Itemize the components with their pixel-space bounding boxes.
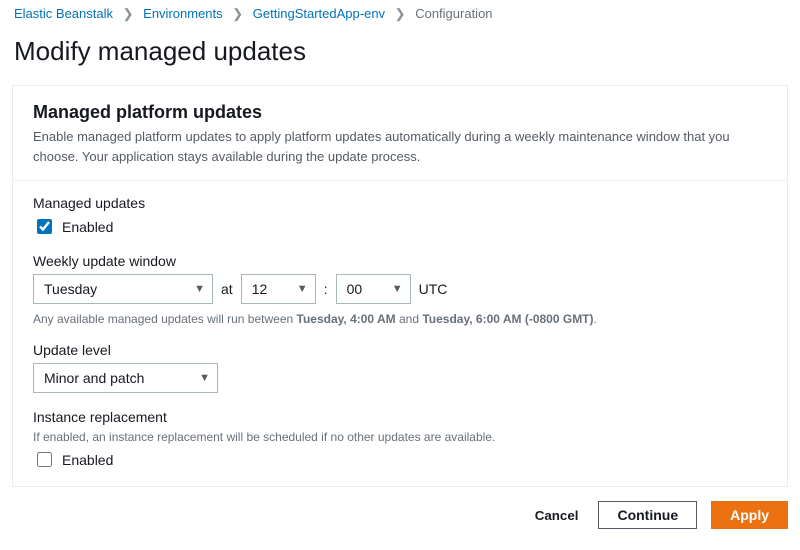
weekly-window-field: Weekly update window Tuesday ▼ at 12 ▼ : bbox=[33, 253, 767, 326]
managed-updates-label: Managed updates bbox=[33, 195, 767, 211]
panel-title: Managed platform updates bbox=[33, 102, 767, 123]
update-level-select[interactable]: Minor and patch bbox=[33, 363, 218, 393]
chevron-right-icon: ❯ bbox=[123, 6, 134, 21]
breadcrumb-link-envs[interactable]: Environments bbox=[143, 6, 222, 21]
hour-select-wrap: 12 ▼ bbox=[241, 274, 316, 304]
instance-replacement-checkbox-label: Enabled bbox=[62, 452, 113, 468]
weekly-window-label: Weekly update window bbox=[33, 253, 767, 269]
continue-button[interactable]: Continue bbox=[598, 501, 697, 529]
panel-body: Managed updates Enabled Weekly update wi… bbox=[13, 180, 787, 486]
breadcrumb-link-env[interactable]: GettingStartedApp-env bbox=[253, 6, 385, 21]
settings-panel: Managed platform updates Enable managed … bbox=[12, 85, 788, 487]
update-level-field: Update level Minor and patch ▼ bbox=[33, 342, 767, 393]
instance-replacement-checkbox[interactable] bbox=[37, 452, 52, 467]
tz-text: UTC bbox=[419, 281, 448, 297]
day-select-wrap: Tuesday ▼ bbox=[33, 274, 213, 304]
instance-replacement-label: Instance replacement bbox=[33, 409, 767, 425]
instance-replacement-field: Instance replacement If enabled, an inst… bbox=[33, 409, 767, 470]
colon-text: : bbox=[324, 281, 328, 297]
managed-updates-checkbox[interactable] bbox=[37, 219, 52, 234]
minute-select[interactable]: 00 bbox=[336, 274, 411, 304]
at-text: at bbox=[221, 281, 233, 297]
chevron-right-icon: ❯ bbox=[395, 6, 406, 21]
update-level-label: Update level bbox=[33, 342, 767, 358]
page-title: Modify managed updates bbox=[14, 36, 786, 67]
footer-actions: Cancel Continue Apply bbox=[0, 487, 800, 543]
panel-description: Enable managed platform updates to apply… bbox=[33, 127, 767, 166]
managed-updates-checkbox-row[interactable]: Enabled bbox=[33, 216, 767, 237]
update-level-select-wrap: Minor and patch ▼ bbox=[33, 363, 218, 393]
breadcrumb: Elastic Beanstalk ❯ Environments ❯ Getti… bbox=[0, 0, 800, 28]
hour-select[interactable]: 12 bbox=[241, 274, 316, 304]
cancel-button[interactable]: Cancel bbox=[529, 507, 585, 524]
instance-replacement-hint: If enabled, an instance replacement will… bbox=[33, 430, 767, 444]
weekly-window-hint: Any available managed updates will run b… bbox=[33, 312, 767, 326]
managed-updates-field: Managed updates Enabled bbox=[33, 195, 767, 237]
minute-select-wrap: 00 ▼ bbox=[336, 274, 411, 304]
day-select[interactable]: Tuesday bbox=[33, 274, 213, 304]
apply-button[interactable]: Apply bbox=[711, 501, 788, 529]
panel-header: Managed platform updates Enable managed … bbox=[13, 86, 787, 180]
chevron-right-icon: ❯ bbox=[232, 6, 243, 21]
managed-updates-checkbox-label: Enabled bbox=[62, 219, 113, 235]
breadcrumb-link-eb[interactable]: Elastic Beanstalk bbox=[14, 6, 113, 21]
instance-replacement-checkbox-row[interactable]: Enabled bbox=[33, 449, 767, 470]
breadcrumb-current: Configuration bbox=[415, 6, 492, 21]
